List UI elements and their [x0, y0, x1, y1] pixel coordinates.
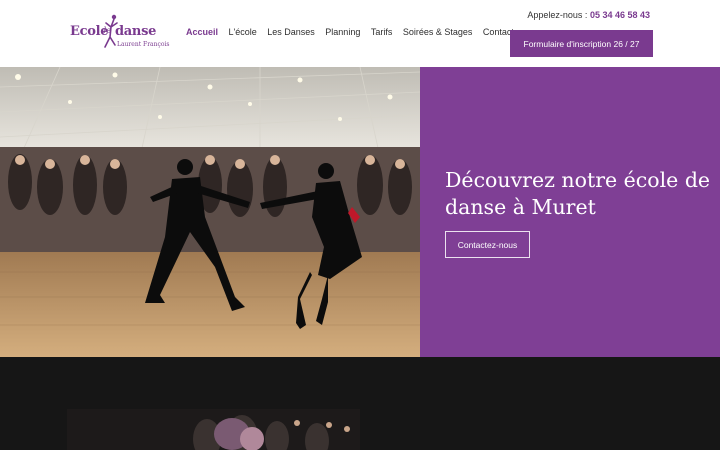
site-header: Ecole de danse Laurent François Accueil …: [0, 0, 720, 67]
nav-item-ecole[interactable]: L'école: [229, 27, 257, 41]
nav-item-soirees-stages[interactable]: Soirées & Stages: [403, 27, 473, 41]
hero-photo: [0, 67, 420, 357]
nav-item-accueil[interactable]: Accueil: [186, 27, 218, 41]
contact-button[interactable]: Contactez-nous: [445, 231, 530, 258]
logo-word-danse: danse: [115, 24, 157, 39]
dancers-photo-image: [0, 67, 420, 357]
phone-label: Appelez-nous :: [527, 10, 590, 20]
hero-section: Découvrez notre école de danse à Muret C…: [0, 67, 720, 357]
inscription-button[interactable]: Formulaire d'inscription 26 / 27: [510, 30, 653, 57]
phone-number[interactable]: 05 34 46 58 43: [590, 10, 650, 20]
hero-title: Découvrez notre école de danse à Muret: [445, 168, 711, 219]
dark-section: [0, 357, 720, 450]
phone-line: Appelez-nous : 05 34 46 58 43: [527, 10, 650, 20]
thumbnail-image: [67, 409, 360, 450]
nav-item-tarifs[interactable]: Tarifs: [371, 27, 393, 41]
nav-item-planning[interactable]: Planning: [325, 27, 360, 41]
hero-panel: Découvrez notre école de danse à Muret C…: [420, 67, 720, 357]
logo-word-de: de: [101, 26, 111, 35]
main-nav: Accueil L'école Les Danses Planning Tari…: [186, 27, 524, 41]
site-logo[interactable]: Ecole de danse Laurent François: [70, 13, 169, 55]
video-thumbnail[interactable]: [67, 409, 360, 450]
logo-subtitle: Laurent François: [117, 41, 170, 48]
nav-item-les-danses[interactable]: Les Danses: [267, 27, 315, 41]
